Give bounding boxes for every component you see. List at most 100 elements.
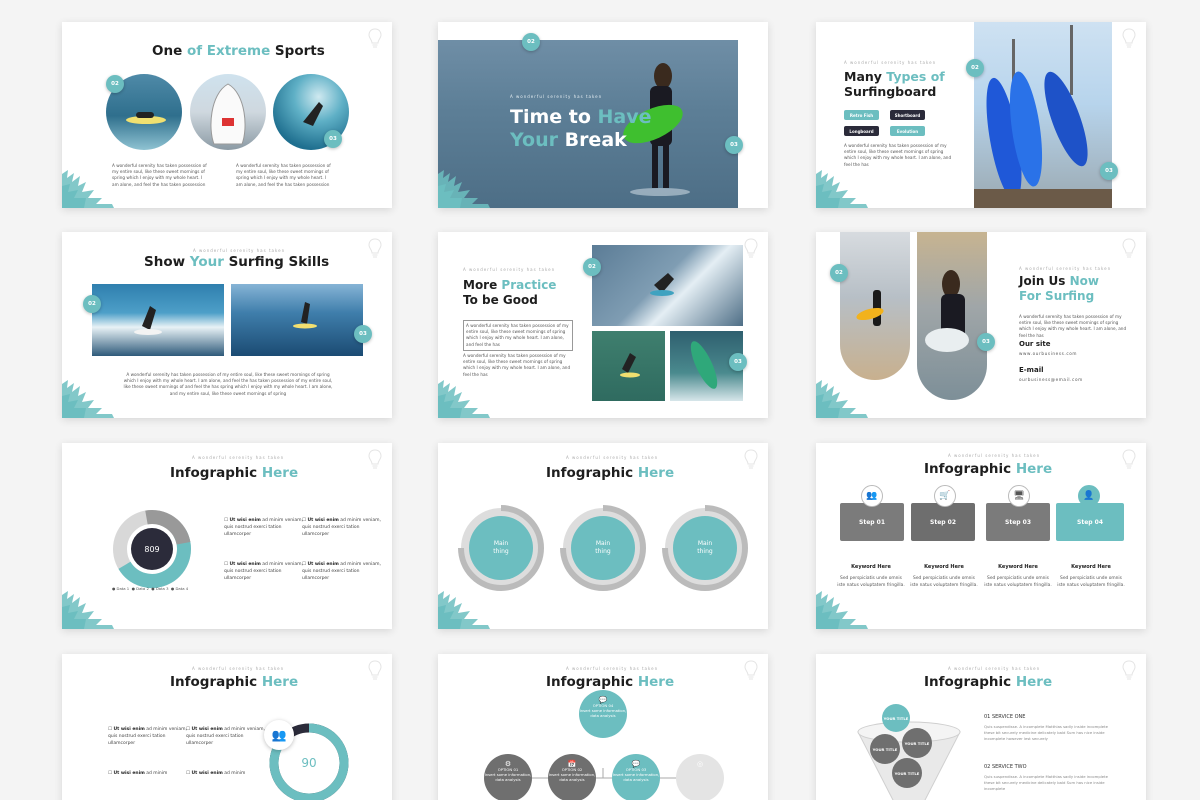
slide-title: Time to Have Your Break <box>510 106 652 151</box>
tree-node[interactable]: 📅 OPTION 02 Insert some information, dat… <box>548 754 596 800</box>
badge-number: 03 <box>725 136 743 154</box>
tag-shortboard[interactable]: Shortboard <box>890 110 925 120</box>
slide-join-us[interactable]: 02 03 A wonderful serenity has taken Joi… <box>816 232 1146 418</box>
surfboard-shape <box>210 83 246 145</box>
slide-subtitle: A wonderful serenity has taken <box>844 60 937 65</box>
badge-number: 02 <box>83 295 101 313</box>
slide-surfing-skills[interactable]: A wonderful serenity has taken Show Your… <box>62 232 392 418</box>
circle-label: Main thing <box>493 540 509 555</box>
slide-title: Many Types of Surfingboard <box>844 69 945 99</box>
badge-number: 03 <box>977 333 995 351</box>
service-desc: Quis suspendisse. A incomplete Matthias … <box>984 774 1108 791</box>
photo-surfer-yellow-board <box>840 232 910 380</box>
surfboards-shape <box>974 25 1112 208</box>
paragraph: A wonderful serenity has taken possessio… <box>112 163 207 187</box>
funnel-bubble[interactable]: YOUR TITLE <box>882 704 910 732</box>
keyword-label: Keyword Here <box>924 564 964 570</box>
service-title: 01 SERVICE ONE <box>984 714 1026 720</box>
water-splash-decoration <box>438 374 494 418</box>
lightbulb-icon <box>744 238 758 260</box>
slide-subtitle: A wonderful serenity has taken <box>566 666 659 671</box>
lightbulb-icon <box>744 449 758 471</box>
slide-extreme-sports[interactable]: One of Extreme Sports 02 03 A wonderful … <box>62 22 392 208</box>
lightbulb-icon <box>1122 28 1136 50</box>
circle-label: Main thing <box>697 540 713 555</box>
tag-retro-fish[interactable]: Retro Fish <box>844 110 879 120</box>
circle-label: Main thing <box>595 540 611 555</box>
lightbulb-icon <box>368 238 382 260</box>
tree-node[interactable]: 💬 OPTION 03 Insert some information, dat… <box>612 754 660 800</box>
funnel-bubble[interactable]: YOUR TITLE <box>902 728 932 758</box>
step-card[interactable]: Step 03 <box>986 503 1050 541</box>
slide-infographic-gauge[interactable]: A wonderful serenity has taken Infograph… <box>62 654 392 800</box>
slide-gallery: One of Extreme Sports 02 03 A wonderful … <box>0 0 1200 800</box>
slide-infographic-tree[interactable]: A wonderful serenity has taken Infograph… <box>438 654 768 800</box>
funnel-bubble[interactable]: YOUR TITLE <box>870 734 900 764</box>
lightbulb-icon <box>368 449 382 471</box>
donut-legend: ● Data 1 ● Data 2 ● Data 3 ● Data 4 <box>112 586 189 591</box>
slide-types-of-surfboard[interactable]: A wonderful serenity has taken Many Type… <box>816 22 1146 208</box>
bullet-item: ☐ Ut wisi enim ad minim <box>108 771 168 776</box>
keyword-desc: Sed perspiciatis unde omnis iste natus v… <box>910 576 978 588</box>
slide-infographic-funnel[interactable]: A wonderful serenity has taken Infograph… <box>816 654 1146 800</box>
paragraph: A wonderful serenity has taken possessio… <box>123 372 333 396</box>
badge-number: 02 <box>583 258 601 276</box>
step-card[interactable]: Step 04 <box>1056 503 1124 541</box>
slide-time-to-break[interactable]: A wonderful serenity has taken Time to H… <box>438 22 768 208</box>
slide-subtitle: A wonderful serenity has taken <box>463 267 556 272</box>
globe-icon: ◎ <box>696 760 704 768</box>
photo-surfer-left <box>92 284 224 356</box>
water-splash-decoration <box>438 164 494 208</box>
photo-surfer-right <box>231 284 363 356</box>
email-address[interactable]: ourbusiness@email.com <box>1019 377 1083 383</box>
service-title: 02 SERVICE TWO <box>984 764 1027 770</box>
water-splash-decoration <box>62 585 118 629</box>
lightbulb-icon <box>1122 660 1136 682</box>
tree-root-node[interactable]: 💬 OPTION 04 Insert some information, dat… <box>579 690 627 738</box>
site-url[interactable]: www.ourbusiness.com <box>1019 351 1077 357</box>
tag-longboard[interactable]: Longboard <box>844 126 879 136</box>
bullet-item: ☐ Ut wisi enim ad minim veniam, quis nos… <box>224 562 303 581</box>
photo-surfer-spray <box>592 245 743 326</box>
bullet-item: ☐ Ut wisi enim ad minim <box>186 771 246 776</box>
tree-node[interactable]: ◎ <box>676 754 724 800</box>
bullet-item: ☐ Ut wisi enim ad minim veniam, quis nos… <box>186 727 265 746</box>
tag-evolution[interactable]: Evolution <box>890 126 925 136</box>
lightbulb-icon <box>1122 449 1136 471</box>
paragraph: A wonderful serenity has taken possessio… <box>236 163 331 187</box>
badge-number: 03 <box>729 353 747 371</box>
photo-surfboards-stacked <box>974 22 1112 208</box>
tree-node[interactable]: ⚙ OPTION 01 Insert some information, dat… <box>484 754 532 800</box>
surfer-shape <box>650 273 674 296</box>
slide-more-practice[interactable]: A wonderful serenity has taken More Prac… <box>438 232 768 418</box>
slide-title: Infographic Here <box>924 674 1053 690</box>
lightbulb-icon <box>744 660 758 682</box>
slide-subtitle: A wonderful serenity has taken <box>192 455 285 460</box>
slide-infographic-steps[interactable]: A wonderful serenity has taken Infograph… <box>816 443 1146 629</box>
slide-subtitle: A wonderful serenity has taken <box>192 666 285 671</box>
donut-chart: 809 <box>113 510 191 588</box>
slide-subtitle: A wonderful serenity has taken <box>1019 266 1112 271</box>
slide-title: Infographic Here <box>170 465 299 481</box>
funnel-bubble[interactable]: YOUR TITLE <box>892 758 922 788</box>
lightbulb-icon <box>368 28 382 50</box>
slide-infographic-donut[interactable]: A wonderful serenity has taken Infograph… <box>62 443 392 629</box>
surfer-shape <box>134 306 162 335</box>
slide-infographic-circles[interactable]: A wonderful serenity has taken Infograph… <box>438 443 768 629</box>
slide-subtitle: A wonderful serenity has taken <box>948 453 1041 458</box>
users-icon: 👥 <box>264 720 294 750</box>
node-desc: Insert some information, data analysis <box>612 772 660 782</box>
step-card[interactable]: Step 01 <box>840 503 904 541</box>
donut-value: 809 <box>144 545 159 554</box>
highlight-box: A wonderful serenity has taken possessio… <box>463 320 573 351</box>
water-splash-decoration <box>438 585 494 629</box>
water-splash-decoration <box>816 585 872 629</box>
slide-subtitle: A wonderful serenity has taken <box>948 666 1041 671</box>
node-desc: Insert some information, data analysis <box>579 708 627 718</box>
slide-title: Infographic Here <box>924 461 1053 477</box>
badge-number: 02 <box>522 33 540 51</box>
slide-title: One of Extreme Sports <box>152 43 325 59</box>
slide-title: More Practice To be Good <box>463 278 557 307</box>
node-desc: Insert some information, data analysis <box>484 772 532 782</box>
step-card[interactable]: Step 02 <box>911 503 975 541</box>
